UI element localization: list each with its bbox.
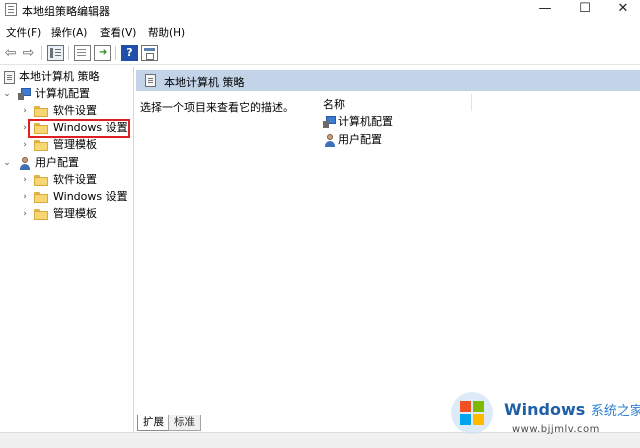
folder-icon	[34, 106, 48, 117]
policy-document-icon	[145, 74, 156, 87]
list-item-user-config[interactable]: 用户配置	[323, 132, 473, 148]
computer-icon	[323, 116, 337, 128]
folder-icon	[34, 209, 48, 220]
list-item-label: 计算机配置	[338, 115, 393, 128]
tree-item-label: 计算机配置	[35, 87, 90, 100]
tree-item-label: 软件设置	[53, 104, 97, 117]
computer-icon	[18, 88, 32, 100]
watermark-title: Windows 系统之家	[504, 400, 640, 419]
user-icon	[323, 134, 337, 147]
tree-item-user-windows-settings[interactable]: › Windows 设置	[2, 189, 130, 205]
description-text: 选择一个项目来查看它的描述。	[140, 101, 294, 114]
tree-item-user-admin-templates[interactable]: › 管理模板	[2, 206, 130, 222]
toolbar: ⇦ ⇨ ?	[0, 42, 640, 65]
toolbar-separator	[115, 46, 116, 60]
maximize-button[interactable]: ☐	[570, 0, 600, 20]
folder-icon	[34, 192, 48, 203]
column-separator[interactable]	[471, 94, 472, 111]
tree-item-computer-software[interactable]: › 软件设置	[2, 103, 130, 119]
menu-view[interactable]: 查看(V)	[100, 25, 136, 40]
watermark-cn: 系统之家	[590, 404, 640, 419]
tree-item-computer-admin-templates[interactable]: › 管理模板	[2, 137, 130, 153]
tree-item-user-config[interactable]: ⌄ 用户配置	[2, 155, 130, 171]
content-header: 本地计算机 策略	[136, 70, 640, 91]
tree-item-root[interactable]: 本地计算机 策略	[2, 69, 130, 85]
tree-item-label: 用户配置	[35, 156, 79, 169]
content-pane: 本地计算机 策略 选择一个项目来查看它的描述。 名称 计算机配置 用户配置	[134, 67, 640, 432]
chevron-right-icon[interactable]: ›	[20, 189, 30, 205]
tree-item-label: 管理模板	[53, 207, 97, 220]
chevron-right-icon[interactable]: ›	[20, 137, 30, 153]
toolbar-separator	[41, 46, 42, 60]
policy-document-icon	[4, 71, 15, 84]
show-hide-tree-icon[interactable]	[47, 45, 64, 61]
chevron-right-icon[interactable]: ›	[20, 103, 30, 119]
chevron-down-icon[interactable]: ⌄	[2, 86, 12, 102]
tab-extended[interactable]: 扩展	[137, 415, 170, 431]
watermark-url: www.bjjmlv.com	[512, 424, 600, 435]
content-title: 本地计算机 策略	[164, 76, 245, 89]
title-bar: 本地组策略编辑器 — ☐ ✕	[0, 0, 640, 20]
export-list-icon[interactable]	[94, 45, 111, 61]
user-icon	[18, 157, 32, 170]
column-header-name[interactable]: 名称	[323, 96, 345, 112]
list-item-label: 用户配置	[338, 133, 382, 146]
menu-action[interactable]: 操作(A)	[51, 25, 87, 40]
watermark-brand: Windows	[504, 400, 586, 419]
window-title: 本地组策略编辑器	[22, 5, 110, 18]
list-item-computer-config[interactable]: 计算机配置	[323, 114, 473, 130]
close-button[interactable]: ✕	[608, 0, 638, 20]
tree-item-label: 软件设置	[53, 173, 97, 186]
tree-item-computer-config[interactable]: ⌄ 计算机配置	[2, 86, 130, 102]
folder-icon	[34, 140, 48, 151]
help-icon[interactable]: ?	[121, 45, 138, 61]
tree-item-user-software[interactable]: › 软件设置	[2, 172, 130, 188]
highlight-box	[28, 119, 130, 138]
back-arrow-icon[interactable]: ⇦	[2, 45, 19, 61]
minimize-button[interactable]: —	[530, 0, 560, 20]
menu-file[interactable]: 文件(F)	[6, 25, 41, 40]
tree-item-label: 本地计算机 策略	[19, 70, 100, 83]
toolbar-separator	[68, 46, 69, 60]
chevron-right-icon[interactable]: ›	[20, 172, 30, 188]
menu-help[interactable]: 帮助(H)	[148, 25, 185, 40]
folder-icon	[34, 175, 48, 186]
chevron-down-icon[interactable]: ⌄	[2, 155, 12, 171]
menu-bar: 文件(F) 操作(A) 查看(V) 帮助(H)	[0, 22, 640, 40]
app-icon	[5, 3, 17, 16]
tab-standard[interactable]: 标准	[168, 415, 201, 431]
tree-item-label: Windows 设置	[53, 190, 128, 203]
tree-item-label: 管理模板	[53, 138, 97, 151]
properties-list-icon[interactable]	[74, 45, 91, 61]
windows-logo-icon	[451, 392, 493, 434]
show-hide-action-pane-icon[interactable]	[141, 45, 158, 61]
watermark: Windows 系统之家 www.bjjmlv.com	[440, 380, 640, 442]
tree-pane: 本地计算机 策略 ⌄ 计算机配置 › 软件设置 › Windows 设置 › 管…	[0, 67, 134, 432]
chevron-right-icon[interactable]: ›	[20, 206, 30, 222]
forward-arrow-icon[interactable]: ⇨	[20, 45, 37, 61]
